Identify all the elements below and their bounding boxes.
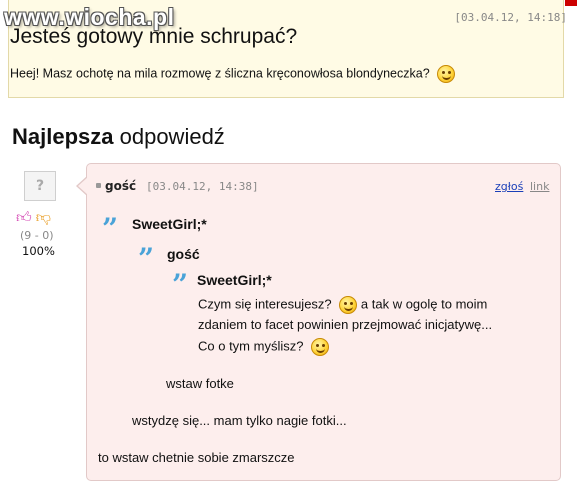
best-answer-heading-bold: Najlepsza (12, 124, 114, 149)
question-body: Heej! Masz ochotę na mila rozmowę z ślic… (10, 65, 456, 83)
quote-author-1: SweetGirl;* (132, 216, 207, 232)
avatar-icon[interactable]: ? (24, 171, 56, 201)
smiley-icon (339, 296, 358, 314)
quote-icon: ” (138, 242, 155, 275)
watermark-logo: www.wiocha.pl (4, 4, 175, 30)
vote-count: (9 - 0) (20, 229, 54, 242)
vote-percent: 100% (22, 244, 55, 258)
bullet-icon (96, 183, 101, 188)
report-link[interactable]: zgłoś (495, 180, 523, 193)
answer-pointer-inner (78, 177, 88, 195)
thumb-down-icon[interactable]: 👎︎ (36, 208, 51, 226)
window-edge-strip (565, 0, 577, 6)
quote-line-1: Czym się interesujesz? a tak w ogolę to … (198, 296, 487, 314)
reply-line-1: wstaw fotke (166, 376, 234, 391)
quote-line-3-text: Co o tym myślisz? (198, 338, 304, 354)
thumb-up-icon[interactable]: 👍︎ (16, 208, 32, 226)
smiley-icon (437, 65, 456, 83)
permalink-link[interactable]: link (530, 180, 549, 193)
answer-text: to wstaw chetnie sobie zmarszcze (98, 450, 295, 465)
vote-buttons: 👍︎ 👎︎ (16, 208, 51, 226)
quote-line-1-continued: a tak w ogolę to moim (360, 296, 488, 312)
best-answer-heading-rest: odpowiedź (113, 124, 225, 149)
smiley-icon (311, 338, 330, 356)
quote-line-3: Co o tym myślisz? (198, 338, 330, 356)
quote-icon: ” (172, 268, 189, 301)
quote-icon: ” (102, 212, 119, 245)
quote-line-1-text: Czym się interesujesz? (198, 296, 332, 312)
quote-author-2: gość (167, 246, 200, 262)
quote-line-2: zdaniem to facet powinien przejmować ini… (198, 317, 493, 332)
answer-author[interactable]: gość (105, 179, 136, 193)
best-answer-heading: Najlepsza odpowiedź (12, 124, 225, 150)
question-date: [03.04.12, 14:18] (454, 11, 567, 24)
quote-author-3: SweetGirl;* (197, 272, 272, 288)
question-body-text: Heej! Masz ochotę na mila rozmowę z ślic… (10, 66, 430, 81)
reply-line-2: wstydzę się... mam tylko nagie fotki... (132, 413, 347, 428)
answer-date: [03.04.12, 14:38] (146, 180, 259, 193)
